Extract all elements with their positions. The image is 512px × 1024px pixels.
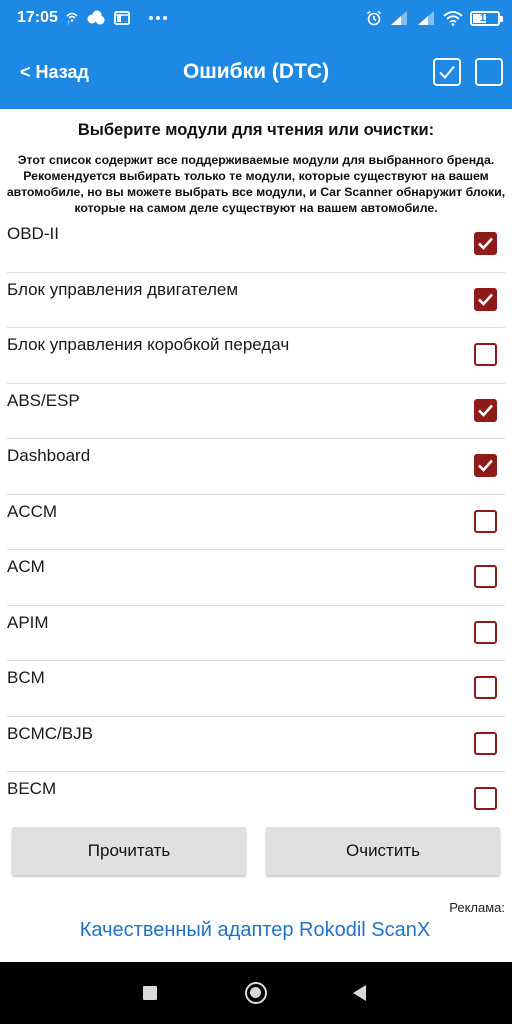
module-row[interactable]: Dashboard: [0, 438, 512, 494]
module-checkbox[interactable]: [474, 620, 497, 644]
signal-icon: [418, 11, 434, 25]
module-checkbox[interactable]: [474, 787, 497, 810]
module-checkbox[interactable]: [474, 565, 497, 588]
deselect-all-button[interactable]: [475, 58, 503, 86]
check-icon: [478, 293, 493, 306]
module-label: Блок управления коробкой передач: [7, 335, 290, 354]
module-row[interactable]: ABS/ESP: [0, 382, 512, 439]
module-checkbox[interactable]: [474, 454, 497, 477]
top-bar: 17:05 ? 11 < Назад Ошибки (DTC): [0, 0, 512, 109]
module-label: ABS/ESP: [7, 390, 80, 410]
status-bar: 17:05 ? 11: [0, 0, 512, 36]
clear-button[interactable]: Очистить: [266, 827, 500, 875]
recents-icon[interactable]: [143, 986, 157, 1000]
module-checkbox[interactable]: [474, 676, 497, 699]
cloud-icon: [87, 10, 105, 25]
module-row[interactable]: ACM: [0, 549, 512, 605]
check-icon: [439, 65, 455, 79]
module-row[interactable]: BCM: [0, 660, 512, 716]
module-label: APIM: [7, 612, 49, 632]
check-icon: [478, 404, 493, 417]
check-icon: [478, 459, 493, 472]
module-row[interactable]: Блок управления двигателем: [0, 271, 512, 328]
module-label: Блок управления двигателем: [7, 279, 239, 299]
module-checkbox[interactable]: [474, 343, 497, 366]
module-row[interactable]: APIM: [0, 604, 512, 661]
module-label: ACM: [7, 557, 45, 576]
module-label: Dashboard: [7, 446, 91, 465]
module-label: BCMC/BJB: [7, 723, 93, 743]
alarm-icon: [367, 10, 381, 26]
check-icon: [478, 237, 493, 250]
module-checkbox[interactable]: [474, 232, 497, 255]
back-icon[interactable]: [353, 985, 366, 1001]
signal-icon: [391, 11, 407, 25]
ad-link[interactable]: Качественный адаптер Rokodil ScanX: [0, 919, 510, 942]
status-right-icons: 11: [366, 9, 503, 27]
svg-text:?: ?: [67, 21, 70, 25]
cast-icon: [114, 11, 130, 25]
module-checkbox[interactable]: [474, 398, 497, 422]
section-heading: Выберите модули для чтения или очистки:: [77, 121, 435, 139]
module-list: OBD-II Блок управления двигателем Блок упр…: [0, 216, 512, 827]
module-label: OBD-II: [7, 224, 59, 243]
home-icon[interactable]: [245, 982, 267, 1004]
more-dots-icon: [149, 16, 167, 20]
module-row[interactable]: BCMC/BJB: [0, 715, 512, 772]
module-label: BCM: [7, 668, 45, 687]
module-checkbox[interactable]: [474, 731, 497, 755]
module-label: BECM: [7, 779, 57, 798]
module-row[interactable]: Блок управления коробкой передач: [0, 327, 512, 383]
ad-label: Реклама:: [449, 900, 505, 915]
battery-icon: 11: [470, 10, 503, 26]
app-bar: < Назад Ошибки (DTC): [0, 36, 512, 109]
section-description: Этот список содержит все поддерживаемые …: [6, 153, 506, 215]
read-button[interactable]: Прочитать: [12, 827, 246, 875]
module-label: ACCM: [7, 501, 58, 521]
module-row[interactable]: ACCM: [0, 493, 512, 550]
system-nav-bar: [0, 962, 512, 1024]
module-row[interactable]: OBD-II: [0, 216, 512, 272]
wifi-calling-icon: ?: [66, 12, 78, 25]
module-row[interactable]: BECM: [0, 771, 512, 827]
wifi-icon: [443, 11, 463, 26]
status-left-icons: ?: [66, 9, 168, 27]
select-all-button[interactable]: [433, 58, 461, 86]
battery-percent: 11: [479, 12, 491, 24]
module-checkbox[interactable]: [474, 509, 497, 533]
module-checkbox[interactable]: [474, 287, 497, 311]
status-time: 17:05: [17, 9, 58, 26]
